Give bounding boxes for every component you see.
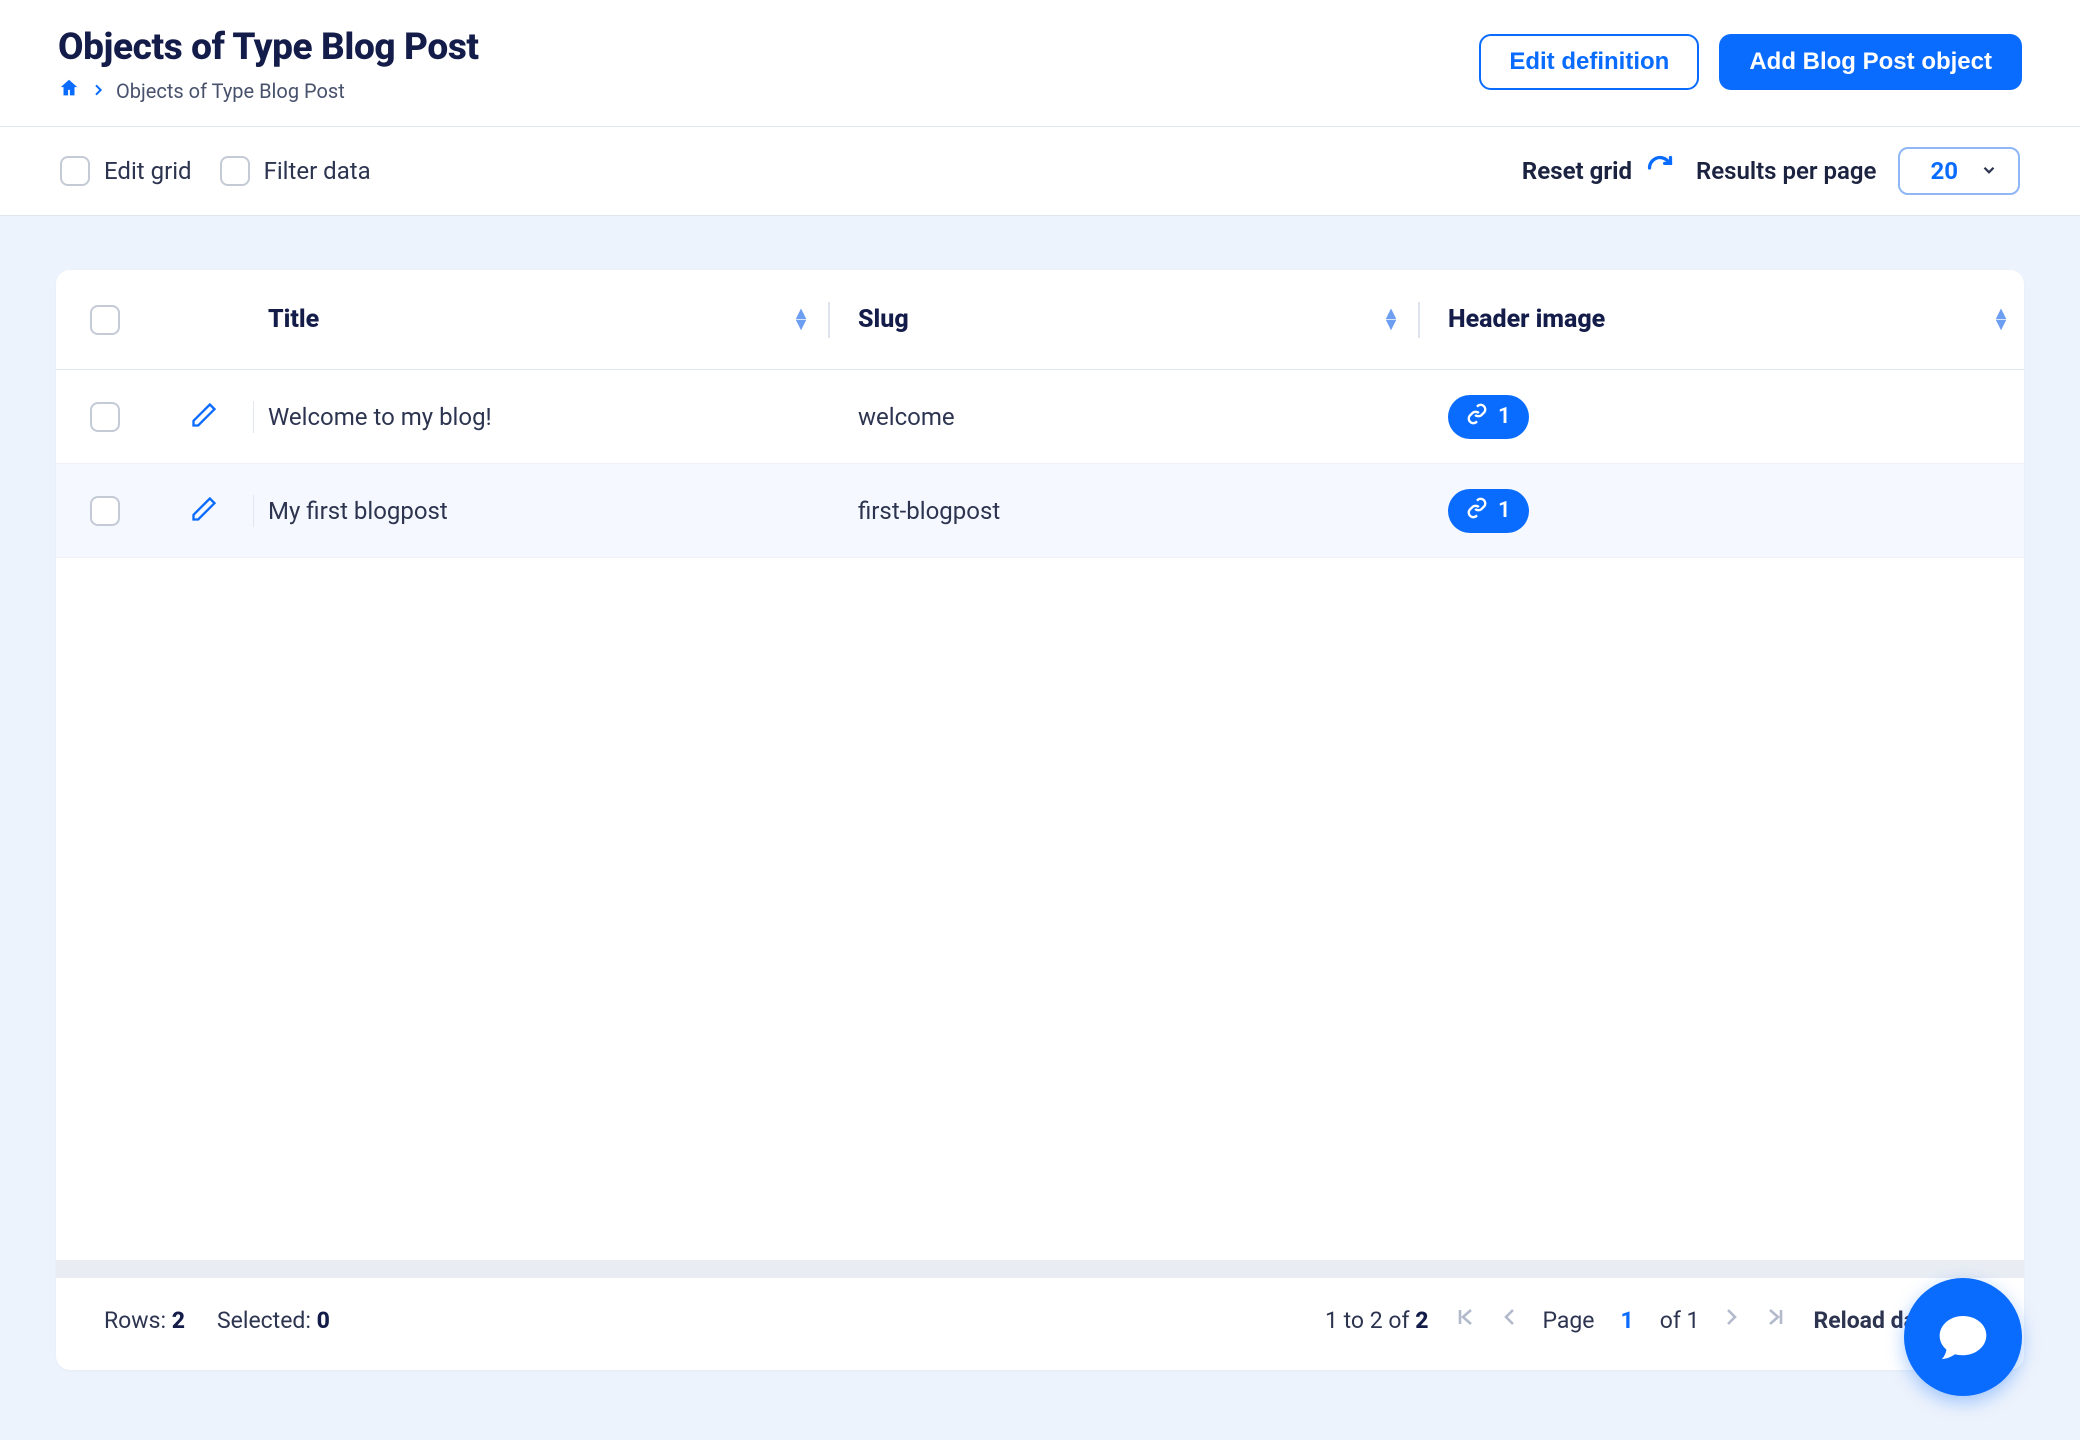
home-icon[interactable] [58, 77, 80, 104]
breadcrumb-current: Objects of Type Blog Post [116, 79, 345, 103]
reset-grid-button[interactable]: Reset grid [1522, 154, 1674, 188]
edit-definition-button[interactable]: Edit definition [1479, 34, 1699, 90]
sort-icon[interactable]: ▲▼ [792, 309, 810, 331]
next-page-button[interactable] [1719, 1305, 1743, 1335]
column-header-image-label: Header image [1448, 305, 1605, 334]
table-row[interactable]: My first blogpost first-blogpost 1 [56, 464, 2024, 558]
cell-title: My first blogpost [268, 497, 448, 525]
content-area: Title ▲▼ Slug ▲▼ [0, 216, 2080, 1370]
edit-grid-toggle[interactable]: Edit grid [60, 156, 192, 186]
filter-data-label: Filter data [264, 157, 371, 185]
grid-toolbar: Edit grid Filter data Reset grid Results… [0, 127, 2080, 216]
column-separator[interactable] [1418, 302, 1420, 338]
header-image-badge[interactable]: 1 [1448, 395, 1529, 439]
page-current[interactable]: 1 [1615, 1307, 1640, 1334]
pager-controls: Page 1 of 1 [1454, 1305, 1787, 1335]
chevron-right-icon [90, 79, 106, 103]
results-per-page-value: 20 [1930, 157, 1958, 185]
column-separator[interactable] [828, 302, 830, 338]
header-image-count: 1 [1498, 404, 1511, 429]
row-checkbox[interactable] [90, 402, 120, 432]
toolbar-right: Reset grid Results per page 20 [1522, 147, 2020, 195]
edit-grid-checkbox[interactable] [60, 156, 90, 186]
toolbar-left: Edit grid Filter data [60, 156, 371, 186]
row-checkbox[interactable] [90, 496, 120, 526]
pencil-icon[interactable] [190, 495, 218, 527]
chat-button[interactable] [1904, 1278, 2022, 1396]
link-icon [1466, 497, 1488, 525]
horizontal-scrollbar[interactable] [56, 1260, 2024, 1278]
column-title-label: Title [268, 305, 319, 334]
table-row[interactable]: Welcome to my blog! welcome 1 [56, 370, 2024, 464]
pencil-icon[interactable] [190, 401, 218, 433]
sort-icon[interactable]: ▲▼ [1382, 309, 1400, 331]
column-slug[interactable]: Slug ▲▼ [844, 302, 1434, 338]
add-object-button[interactable]: Add Blog Post object [1719, 34, 2022, 90]
last-page-button[interactable] [1763, 1305, 1787, 1335]
column-slug-label: Slug [858, 305, 909, 334]
grid-footer: Rows: 2 Selected: 0 1 to 2 of 2 [56, 1278, 2024, 1370]
link-icon [1466, 403, 1488, 431]
footer-pager: 1 to 2 of 2 Page 1 of 1 [1325, 1304, 1976, 1336]
column-header-image[interactable]: Header image ▲▼ [1434, 305, 2024, 334]
header-select-all-cell [56, 305, 154, 335]
edit-grid-label: Edit grid [104, 157, 192, 185]
chevron-down-icon [1980, 157, 1998, 185]
breadcrumb: Objects of Type Blog Post [58, 77, 479, 104]
refresh-icon [1646, 154, 1674, 188]
page-title: Objects of Type Blog Post [58, 26, 479, 69]
selected-count: Selected: 0 [217, 1307, 330, 1334]
table-body: Welcome to my blog! welcome 1 [56, 370, 2024, 1260]
footer-summary: Rows: 2 Selected: 0 [104, 1307, 330, 1334]
prev-page-button[interactable] [1498, 1305, 1522, 1335]
header-left: Objects of Type Blog Post Objects of Typ… [58, 26, 479, 104]
select-all-checkbox[interactable] [90, 305, 120, 335]
reset-grid-label: Reset grid [1522, 157, 1632, 185]
cell-title: Welcome to my blog! [268, 403, 492, 431]
page-label: Page [1542, 1307, 1594, 1334]
filter-data-toggle[interactable]: Filter data [220, 156, 371, 186]
page-of: of 1 [1660, 1307, 1700, 1334]
header-image-badge[interactable]: 1 [1448, 489, 1529, 533]
cell-slug: welcome [858, 403, 955, 431]
header-image-count: 1 [1498, 498, 1511, 523]
header-actions: Edit definition Add Blog Post object [1479, 26, 2022, 90]
table-header: Title ▲▼ Slug ▲▼ [56, 270, 2024, 370]
results-per-page-label: Results per page [1696, 157, 1876, 185]
results-per-page-select[interactable]: 20 [1898, 147, 2020, 195]
range-text: 1 to 2 of 2 [1325, 1307, 1428, 1334]
sort-icon[interactable]: ▲▼ [1992, 309, 2010, 331]
column-title[interactable]: Title ▲▼ [254, 302, 844, 338]
page-header: Objects of Type Blog Post Objects of Typ… [0, 0, 2080, 127]
cell-slug: first-blogpost [858, 497, 1000, 525]
chat-icon [1935, 1309, 1991, 1365]
data-grid: Title ▲▼ Slug ▲▼ [56, 270, 2024, 1370]
first-page-button[interactable] [1454, 1305, 1478, 1335]
filter-data-checkbox[interactable] [220, 156, 250, 186]
rows-count: Rows: 2 [104, 1307, 185, 1334]
